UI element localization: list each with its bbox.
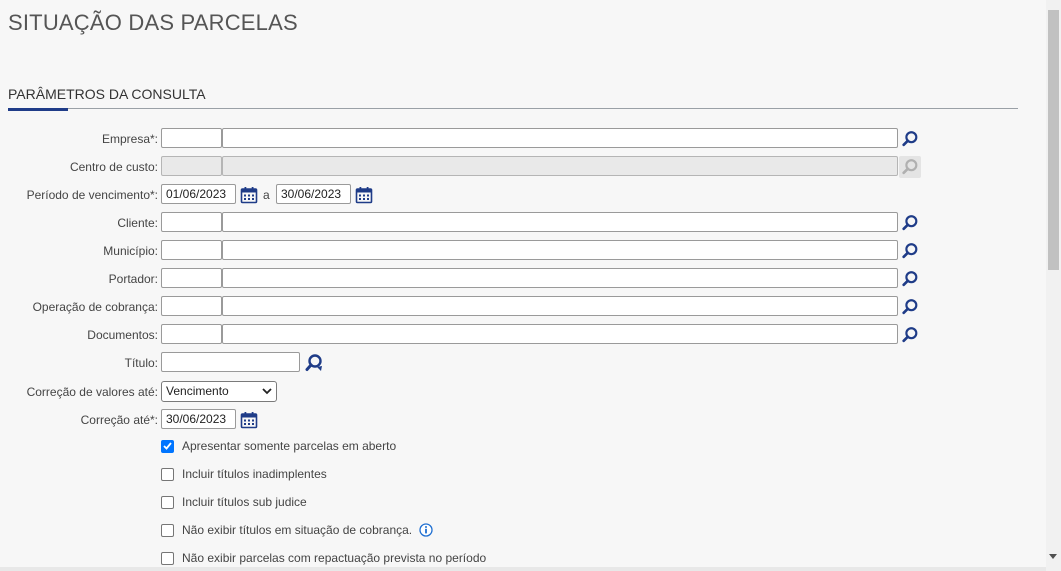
option-label: Incluir títulos inadimplentes — [182, 467, 327, 481]
documentos-name-input[interactable] — [222, 324, 898, 344]
titulo-search-button[interactable] — [303, 352, 325, 374]
option-nao-exibir-cobranca[interactable]: Não exibir títulos em situação de cobran… — [161, 523, 433, 537]
operacao-code-input[interactable] — [161, 296, 222, 316]
portador-name-input[interactable] — [222, 268, 898, 288]
page-title: SITUAÇÃO DAS PARCELAS — [8, 10, 298, 35]
scroll-down-arrow-icon[interactable] — [1049, 554, 1057, 559]
periodo-start-input[interactable] — [161, 184, 236, 204]
correcao-valores-label: Correção de valores até: — [26, 385, 158, 399]
documentos-search-button[interactable] — [899, 324, 921, 346]
municipio-search-button[interactable] — [899, 240, 921, 262]
section-accent-bar — [8, 108, 68, 111]
option-sub-judice[interactable]: Incluir títulos sub judice — [161, 495, 307, 509]
search-icon — [305, 354, 322, 371]
scrollbar-thumb[interactable] — [1048, 10, 1059, 270]
checkbox[interactable] — [161, 495, 174, 509]
operacao-name-input[interactable] — [222, 296, 898, 316]
cliente-code-input[interactable] — [161, 212, 222, 232]
documentos-label: Documentos: — [87, 328, 158, 342]
empresa-label: Empresa*: — [101, 132, 158, 146]
centro-custo-name-input — [222, 156, 898, 176]
portador-label: Portador: — [108, 272, 158, 286]
titulo-input[interactable] — [161, 352, 300, 372]
correcao-valores-select[interactable]: Vencimento — [161, 381, 277, 402]
empresa-name-input[interactable] — [222, 128, 898, 148]
option-nao-exibir-repactuacao[interactable]: Não exibir parcelas com repactuação prev… — [161, 551, 486, 565]
checkbox-checked[interactable] — [161, 439, 174, 453]
option-label: Apresentar somente parcelas em aberto — [182, 439, 397, 453]
centro-custo-code-input — [161, 156, 222, 176]
search-icon — [901, 298, 919, 316]
portador-search-button[interactable] — [899, 268, 921, 290]
checkbox[interactable] — [161, 551, 174, 565]
periodo-end-input[interactable] — [276, 184, 351, 204]
calendar-icon[interactable] — [240, 186, 258, 204]
search-icon — [901, 242, 919, 260]
periodo-separator: a — [263, 188, 270, 202]
cliente-name-input[interactable] — [222, 212, 898, 232]
correcao-ate-input[interactable] — [161, 409, 236, 429]
option-inadimplentes[interactable]: Incluir títulos inadimplentes — [161, 467, 327, 481]
operacao-search-button[interactable] — [899, 296, 921, 318]
checkmark-icon — [163, 442, 172, 450]
search-icon — [901, 326, 919, 344]
option-somente-abertas[interactable]: Apresentar somente parcelas em aberto — [161, 439, 396, 453]
empresa-code-input[interactable] — [161, 128, 222, 148]
periodo-label: Período de vencimento*: — [26, 188, 158, 202]
portador-code-input[interactable] — [161, 268, 222, 288]
cliente-search-button[interactable] — [899, 212, 921, 234]
cliente-label: Cliente: — [117, 216, 158, 230]
search-icon — [901, 270, 919, 288]
calendar-icon[interactable] — [355, 186, 373, 204]
search-icon — [901, 214, 919, 232]
operacao-label: Operação de cobrança: — [32, 300, 158, 314]
search-icon — [901, 158, 919, 176]
centro-custo-search-button — [899, 156, 921, 178]
bottom-edge — [0, 567, 1046, 571]
municipio-name-input[interactable] — [222, 240, 898, 260]
empresa-search-button[interactable] — [899, 128, 921, 150]
documentos-code-input[interactable] — [161, 324, 222, 344]
municipio-code-input[interactable] — [161, 240, 222, 260]
checkbox[interactable] — [161, 467, 174, 481]
vertical-scrollbar[interactable] — [1046, 0, 1061, 571]
info-icon[interactable] — [419, 523, 433, 537]
calendar-icon[interactable] — [240, 411, 258, 429]
option-label: Incluir títulos sub judice — [182, 495, 307, 509]
centro-custo-label: Centro de custo: — [69, 160, 158, 174]
checkbox[interactable] — [161, 523, 174, 537]
search-icon — [901, 130, 919, 148]
correcao-ate-label: Correção até*: — [80, 413, 158, 427]
titulo-label: Título: — [124, 356, 158, 370]
section-title: PARÂMETROS DA CONSULTA — [8, 86, 206, 102]
chevron-down-icon — [262, 388, 272, 395]
correcao-valores-selected: Vencimento — [166, 384, 229, 398]
section-divider — [8, 108, 1018, 109]
option-label: Não exibir títulos em situação de cobran… — [182, 523, 413, 537]
option-label: Não exibir parcelas com repactuação prev… — [182, 551, 487, 565]
municipio-label: Município: — [103, 244, 158, 258]
